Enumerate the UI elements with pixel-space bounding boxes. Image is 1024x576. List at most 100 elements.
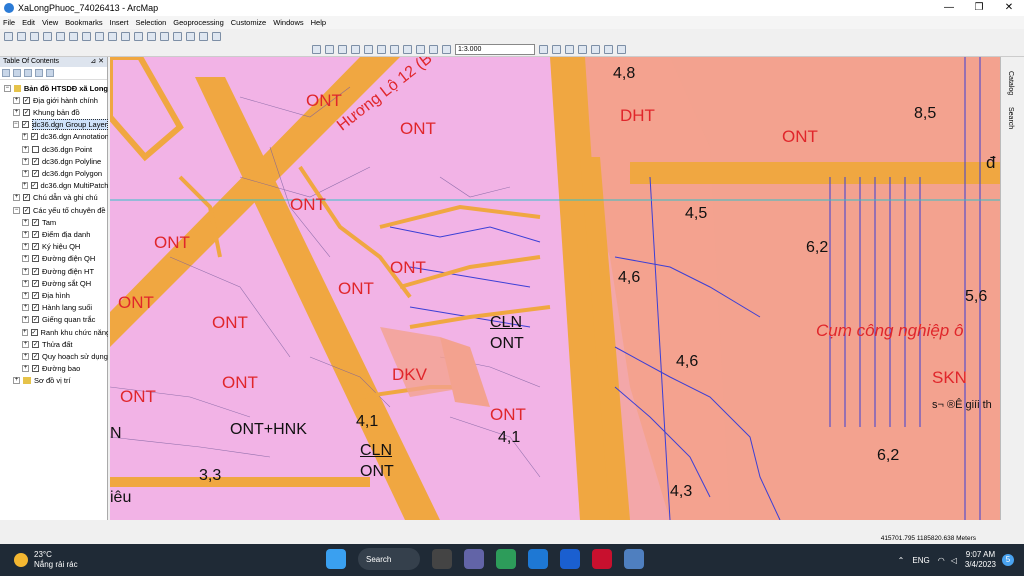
toc-pin-close[interactable]: ⊿ ✕ xyxy=(90,57,104,67)
select-features-icon[interactable] xyxy=(108,32,117,41)
toc-layer-item[interactable]: + ✓ Đường bao xyxy=(0,363,108,375)
chevron-up-icon[interactable]: ⌃ xyxy=(898,556,905,565)
editor-icon[interactable] xyxy=(539,45,548,54)
expand-icon[interactable]: + xyxy=(22,316,29,324)
search-window-icon[interactable] xyxy=(578,45,587,54)
layer-checkbox[interactable]: ✓ xyxy=(23,194,30,202)
language-indicator[interactable]: ENG xyxy=(912,556,929,565)
layer-checkbox[interactable]: ✓ xyxy=(30,133,38,141)
expand-icon[interactable]: + xyxy=(22,291,29,299)
list-by-drawing-order-icon[interactable] xyxy=(2,69,10,77)
layer-checkbox[interactable]: ✓ xyxy=(32,304,39,312)
back-icon[interactable] xyxy=(82,32,91,41)
paste-icon[interactable] xyxy=(390,45,399,54)
toc-layer-item[interactable]: + ✓ Điểm địa danh xyxy=(0,228,108,240)
clock[interactable]: 9:07 AM 3/4/2023 xyxy=(965,550,996,570)
toc-layer-item[interactable]: + ✓ Ranh khu chức năng xyxy=(0,326,108,338)
fixed-zoom-in-icon[interactable] xyxy=(56,32,65,41)
expand-icon[interactable]: + xyxy=(22,267,29,275)
list-by-visibility-icon[interactable] xyxy=(24,69,32,77)
layer-checkbox[interactable]: ✓ xyxy=(32,267,39,275)
expand-icon[interactable]: + xyxy=(22,243,29,251)
layer-checkbox[interactable]: ✓ xyxy=(23,108,30,116)
layer-checkbox[interactable]: ✓ xyxy=(32,279,39,287)
expand-icon[interactable]: + xyxy=(22,279,29,287)
menu-view[interactable]: View xyxy=(42,18,58,27)
collapse-icon[interactable]: − xyxy=(13,206,20,214)
expand-icon[interactable]: + xyxy=(22,304,29,312)
expand-icon[interactable]: + xyxy=(22,157,29,165)
toc-layer-item[interactable]: + ✓ Tam xyxy=(0,216,108,228)
expand-icon[interactable]: + xyxy=(22,182,28,190)
collapse-icon[interactable]: − xyxy=(13,121,19,129)
clear-selection-icon[interactable] xyxy=(121,32,130,41)
layer-checkbox[interactable]: ✓ xyxy=(30,328,38,336)
menu-help[interactable]: Help xyxy=(311,18,326,27)
layer-checkbox[interactable]: ✓ xyxy=(32,291,39,299)
arctoolbox-icon[interactable] xyxy=(591,45,600,54)
volume-icon[interactable]: ◁ xyxy=(951,556,957,565)
expand-icon[interactable]: + xyxy=(22,145,29,153)
map-scale-select[interactable]: 1:3.000 xyxy=(455,44,535,55)
expand-icon[interactable]: + xyxy=(22,352,29,360)
zoom-out-icon[interactable] xyxy=(17,32,26,41)
layer-checkbox[interactable] xyxy=(32,145,39,153)
toc-layer-item[interactable]: + ✓ Khung bản đồ xyxy=(0,106,108,118)
copy-icon[interactable] xyxy=(377,45,386,54)
layer-checkbox[interactable]: ✓ xyxy=(30,182,38,190)
weather-widget[interactable]: 23°C Nắng rải rác xyxy=(14,550,78,570)
catalog-window-icon[interactable] xyxy=(565,45,574,54)
search-tab[interactable]: Search xyxy=(1007,107,1014,129)
taskbar-search[interactable]: Search xyxy=(358,548,420,570)
expand-icon[interactable]: + xyxy=(22,169,29,177)
menu-selection[interactable]: Selection xyxy=(135,18,166,27)
expand-icon[interactable]: + xyxy=(22,255,29,263)
task-view-icon[interactable] xyxy=(432,549,452,569)
toc-layer-item[interactable]: + ✓ Đường điện HT xyxy=(0,265,108,277)
expand-icon[interactable]: + xyxy=(22,328,28,336)
html-popup-icon[interactable] xyxy=(199,32,208,41)
toc-layer-item[interactable]: + ✓ dc36.dgn MultiPatch xyxy=(0,180,108,192)
menu-bookmarks[interactable]: Bookmarks xyxy=(65,18,103,27)
layer-checkbox[interactable]: ✓ xyxy=(32,340,39,348)
toc-layer-item[interactable]: + ✓ Giếng quan trắc xyxy=(0,314,108,326)
dropbox-icon[interactable] xyxy=(560,549,580,569)
expand-icon[interactable]: + xyxy=(22,230,29,238)
fixed-zoom-out-icon[interactable] xyxy=(69,32,78,41)
layer-checkbox[interactable]: ✓ xyxy=(21,121,29,129)
python-icon[interactable] xyxy=(604,45,613,54)
layer-checkbox[interactable]: ✓ xyxy=(32,365,39,373)
identify-icon[interactable] xyxy=(147,32,156,41)
expand-icon[interactable]: + xyxy=(22,365,29,373)
layer-checkbox[interactable]: ✓ xyxy=(32,218,39,226)
toc-layer-item[interactable]: + Sơ đồ vị trí xyxy=(0,375,108,387)
teams-icon[interactable] xyxy=(464,549,484,569)
expand-icon[interactable]: + xyxy=(13,377,20,385)
menu-insert[interactable]: Insert xyxy=(110,18,129,27)
menu-customize[interactable]: Customize xyxy=(231,18,266,27)
toc-layer-item[interactable]: + ✓ Hành lang suối xyxy=(0,302,108,314)
collapse-icon[interactable]: − xyxy=(4,84,11,92)
maximize-button[interactable]: ❐ xyxy=(964,0,994,16)
save-icon[interactable] xyxy=(338,45,347,54)
print-icon[interactable] xyxy=(351,45,360,54)
cut-icon[interactable] xyxy=(364,45,373,54)
toc-layer-item[interactable]: − ✓ Các yếu tố chuyên đề xyxy=(0,204,108,216)
hyperlink-icon[interactable] xyxy=(186,32,195,41)
notification-badge[interactable]: 5 xyxy=(1002,554,1014,566)
menu-windows[interactable]: Windows xyxy=(273,18,303,27)
zoom-in-icon[interactable] xyxy=(4,32,13,41)
layer-checkbox[interactable]: ✓ xyxy=(32,169,39,177)
toc-layer-item[interactable]: − ✓ dc36.dgn Group Layer xyxy=(0,119,108,131)
expand-icon[interactable]: + xyxy=(22,340,29,348)
toc-layer-item[interactable]: + dc36.dgn Point xyxy=(0,143,108,155)
measure-icon[interactable] xyxy=(173,32,182,41)
toc-layer-item[interactable]: + ✓ dc36.dgn Polygon xyxy=(0,167,108,179)
menu-file[interactable]: File xyxy=(3,18,15,27)
add-data-icon[interactable] xyxy=(442,45,451,54)
toc-layer-item[interactable]: + ✓ Chú dẫn và ghi chú xyxy=(0,192,108,204)
toc-layer-item[interactable]: + ✓ Địa giới hành chính xyxy=(0,94,108,106)
menu-geoprocessing[interactable]: Geoprocessing xyxy=(173,18,223,27)
forward-icon[interactable] xyxy=(95,32,104,41)
wifi-icon[interactable]: ◠ xyxy=(938,556,945,565)
